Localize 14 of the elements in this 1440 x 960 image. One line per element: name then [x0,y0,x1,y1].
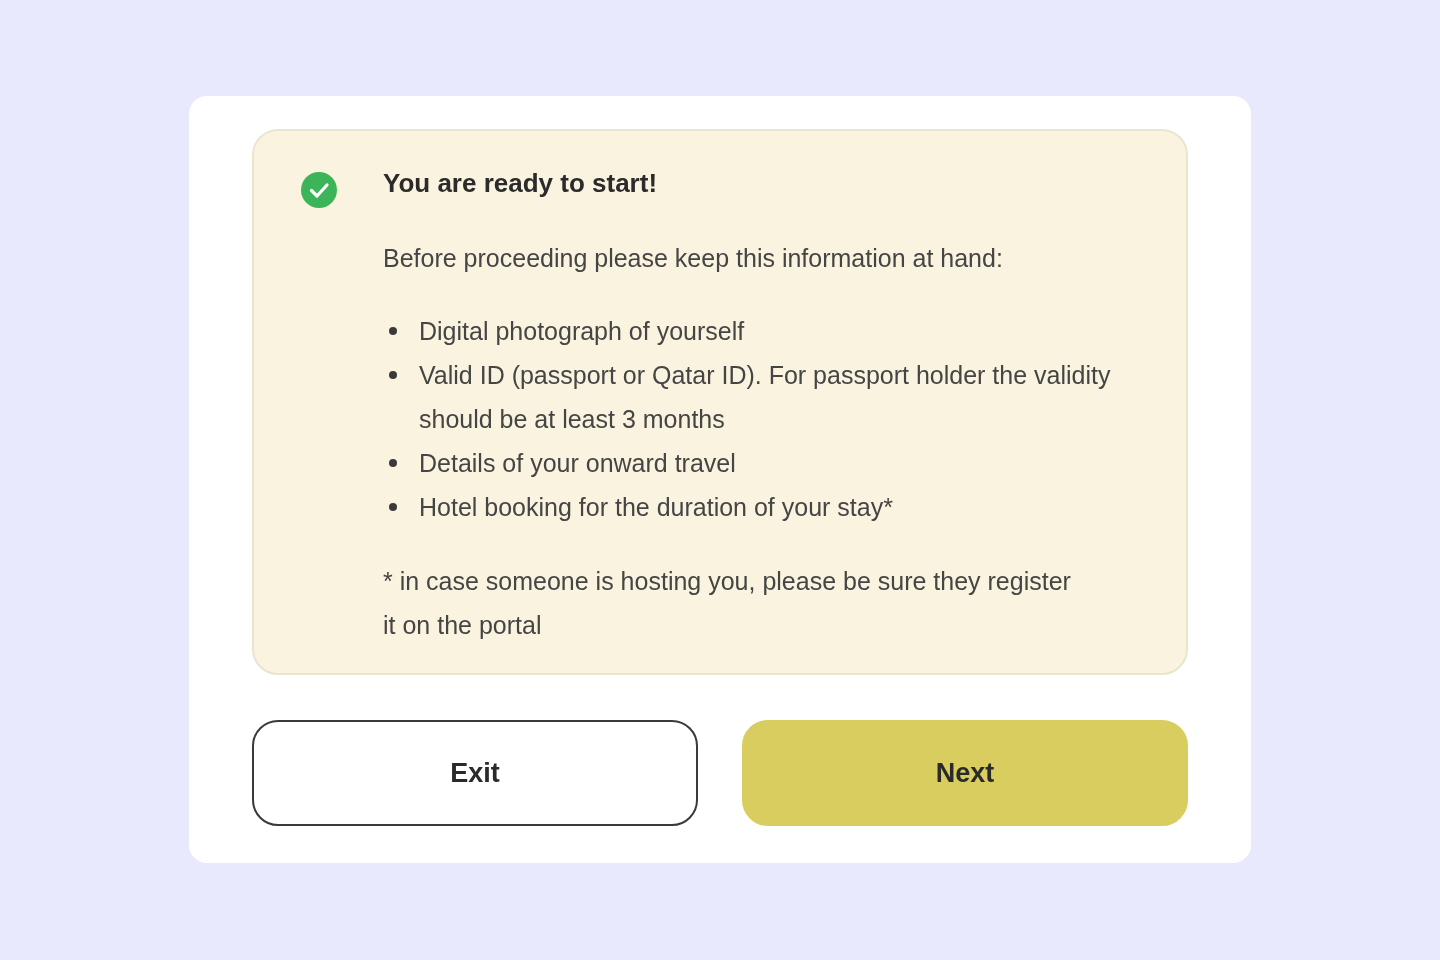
intro-text: Before proceeding please keep this information at hand: [383,243,1004,274]
requirement-text: Digital photograph of yourself [419,316,745,347]
exit-button[interactable]: Exit [252,720,698,826]
next-button[interactable]: Next [742,720,1188,826]
bullet-icon [389,503,397,511]
notice-title: You are ready to start! [383,167,659,199]
footnote-text: * in case someone is hosting you, please be sure they register it on the portal [383,566,1072,641]
requirement-text: Hotel booking for the duration of your stay* [419,492,893,523]
check-icon [301,172,337,208]
bullet-icon [389,459,397,467]
bullet-icon [389,327,397,335]
bullet-icon [389,371,397,379]
requirement-text: Details of your onward travel [419,448,736,479]
requirement-text: Valid ID (passport or Qatar ID). For passport holder the validity should be at least 3 months [419,360,1112,435]
